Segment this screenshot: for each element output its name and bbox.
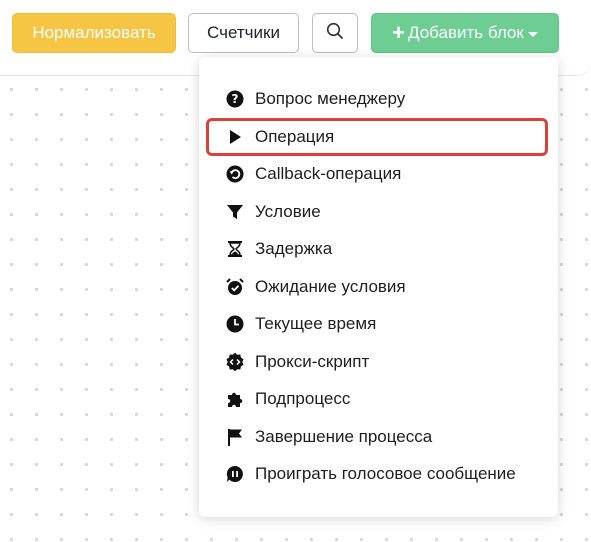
caret-down-icon (527, 31, 538, 37)
svg-text:?: ? (232, 92, 239, 106)
menu-item-operation[interactable]: Операция (199, 118, 558, 155)
add-block-button-label: Добавить блок (408, 23, 524, 42)
search-icon (326, 22, 344, 45)
filter-icon (225, 202, 245, 222)
menu-item-condition[interactable]: Условие (199, 193, 558, 230)
menu-item-wait-condition[interactable]: Ожидание условия (199, 268, 558, 305)
clock-icon (225, 314, 245, 334)
undo-circle-icon (225, 164, 245, 184)
menu-item-label: Задержка (255, 239, 333, 258)
code-badge-icon (225, 352, 245, 372)
menu-item-current-time[interactable]: Текущее время (199, 305, 558, 342)
menu-item-label: Вопрос менеджеру (255, 89, 406, 108)
menu-item-label: Callback-операция (255, 164, 402, 183)
menu-item-delay[interactable]: Задержка (199, 230, 558, 267)
counters-button[interactable]: Счетчики (188, 13, 299, 53)
menu-item-proxy-script[interactable]: Прокси-скрипт (199, 343, 558, 380)
question-circle-icon: ? (225, 89, 245, 109)
menu-item-process-end[interactable]: Завершение процесса (199, 418, 558, 455)
hourglass-icon (225, 239, 245, 259)
voice-message-icon (225, 464, 245, 484)
menu-item-label: Операция (255, 127, 335, 146)
search-button[interactable] (312, 13, 358, 53)
flag-icon (225, 427, 245, 447)
play-icon (225, 127, 245, 147)
menu-item-label: Условие (255, 202, 321, 221)
alarm-clock-icon (225, 277, 245, 297)
counters-button-label: Счетчики (207, 23, 280, 42)
menu-item-label: Прокси-скрипт (255, 352, 370, 371)
puzzle-icon (225, 389, 245, 409)
normalize-button[interactable]: Нормализовать (12, 13, 176, 53)
menu-item-label: Завершение процесса (255, 427, 433, 446)
menu-item-callback-operation[interactable]: Callback-операция (199, 155, 558, 192)
plus-icon: + (392, 20, 405, 45)
add-block-button[interactable]: + Добавить блок (371, 13, 559, 53)
menu-item-play-voice-message[interactable]: Проиграть голосовое сообщение (199, 455, 558, 492)
menu-item-label: Проиграть голосовое сообщение (255, 464, 516, 483)
menu-item-label: Подпроцесс (255, 389, 351, 408)
menu-item-manager-question[interactable]: ? Вопрос менеджеру (199, 80, 558, 117)
menu-item-label: Текущее время (255, 314, 377, 333)
add-block-dropdown: ? Вопрос менеджеру Операция Callback-опе… (199, 57, 558, 517)
menu-item-subprocess[interactable]: Подпроцесс (199, 380, 558, 417)
menu-item-label: Ожидание условия (255, 277, 406, 296)
normalize-button-label: Нормализовать (32, 23, 156, 42)
